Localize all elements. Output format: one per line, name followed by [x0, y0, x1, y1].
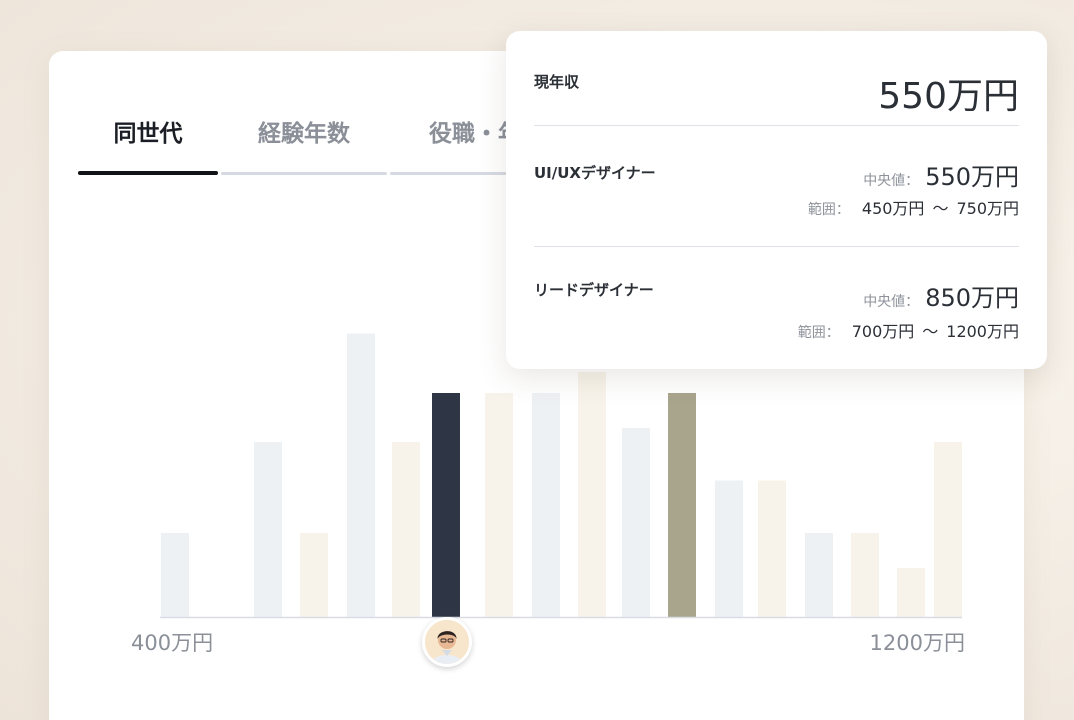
histogram-bar-current[interactable] [432, 393, 460, 617]
role-range: 範囲： 450万円〜 750万円 [808, 195, 1019, 219]
histogram-bar-compare[interactable] [668, 393, 696, 617]
range-label: 範囲： [797, 325, 840, 341]
role-median: 中央値： 550万円 [863, 157, 1019, 192]
histogram-bar[interactable] [851, 533, 879, 617]
user-avatar[interactable] [422, 617, 472, 667]
median-label: 中央値： [863, 173, 920, 189]
histogram-bar[interactable] [578, 372, 606, 617]
histogram-bar[interactable] [161, 533, 189, 617]
histogram-bar[interactable] [758, 480, 786, 618]
histogram-bar[interactable] [392, 442, 420, 617]
x-axis-min-label: 400万円 [131, 631, 213, 655]
range-max: 750万円 [956, 199, 1019, 218]
current-salary-value: 550万円 [878, 76, 1019, 117]
role-name: リードデザイナー [534, 281, 654, 299]
role-range: 範囲： 700万円〜 1200万円 [798, 318, 1019, 342]
median-value: 550万円 [925, 163, 1019, 191]
current-salary-label: 現年収 [534, 73, 580, 91]
histogram-bar[interactable] [715, 480, 743, 618]
role-name: UI/UXデザイナー [534, 164, 656, 182]
median-label: 中央値： [863, 294, 920, 310]
range-label: 範囲： [807, 202, 850, 218]
histogram-bar[interactable] [934, 442, 962, 617]
role-median: 中央値： 850万円 [863, 278, 1019, 313]
range-min: 700万円 [851, 322, 915, 341]
median-value: 850万円 [925, 284, 1019, 312]
histogram-bar[interactable] [254, 442, 282, 617]
range-separator: 〜 [932, 199, 949, 218]
x-axis-max-label: 1200万円 [870, 631, 965, 655]
histogram-bar[interactable] [347, 333, 375, 618]
salary-popup: 現年収 550万円 UI/UXデザイナー 中央値： 550万円 範囲： 450万円〜… [506, 31, 1047, 369]
range-separator: 〜 [922, 322, 939, 341]
histogram-bar[interactable] [485, 393, 513, 617]
histogram-bar[interactable] [532, 393, 560, 617]
divider [534, 125, 1019, 126]
histogram-bar[interactable] [805, 533, 833, 617]
divider [534, 246, 1019, 247]
histogram-bar[interactable] [622, 428, 650, 617]
histogram-bar[interactable] [300, 533, 328, 617]
histogram-bar[interactable] [897, 568, 925, 617]
range-min: 450万円 [861, 199, 925, 218]
range-max: 1200万円 [946, 322, 1019, 341]
person-icon [425, 620, 469, 664]
